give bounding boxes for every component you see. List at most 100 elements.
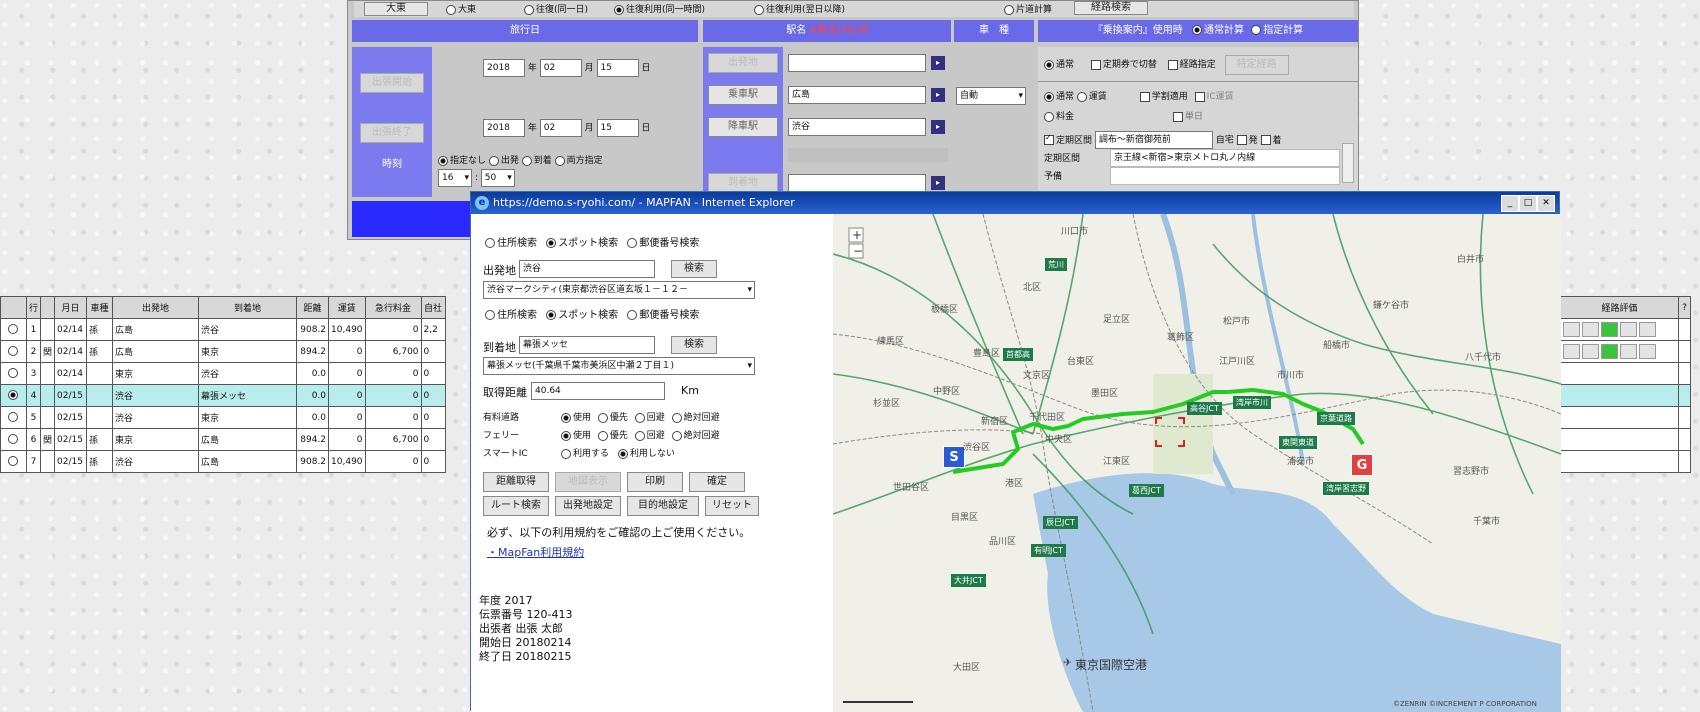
- maximize-icon[interactable]: □: [1519, 195, 1537, 212]
- table-row[interactable]: 6 関 02/15 孫東京 広島 894.2 0 6,700 0: [0, 428, 446, 451]
- commuter-section-input[interactable]: 京王線<新宿>東京メトロ丸ノ内線: [1110, 149, 1340, 167]
- origin-station-input[interactable]: [788, 54, 926, 72]
- month-input[interactable]: 02: [539, 119, 582, 137]
- trip-type-option[interactable]: 大東: [446, 2, 476, 15]
- ferry-option[interactable]: 使用: [561, 430, 591, 441]
- radio-icon[interactable]: [1251, 25, 1262, 35]
- scrollbar[interactable]: [1342, 143, 1354, 183]
- radio-icon[interactable]: [7, 346, 18, 357]
- time-option[interactable]: 到着: [521, 155, 552, 166]
- radio-icon[interactable]: [7, 412, 18, 423]
- ferry-option[interactable]: 回避: [634, 430, 665, 441]
- alighting-station-input[interactable]: 渋谷: [788, 118, 926, 136]
- route-option[interactable]: 単日: [1172, 111, 1203, 122]
- trip-type-button[interactable]: 大東: [364, 2, 428, 16]
- show-map-button[interactable]: 地図表示: [555, 472, 621, 492]
- eval-ok-icon[interactable]: [1601, 344, 1618, 359]
- radio-icon[interactable]: [7, 390, 18, 401]
- confirm-button[interactable]: 確定: [689, 472, 745, 492]
- distance-input[interactable]: 40.64: [531, 382, 665, 400]
- origin-search-button[interactable]: 検索: [671, 260, 717, 278]
- table-row[interactable]: 2 関 02/14 孫広島 東京 894.2 0 6,700 0: [0, 340, 446, 363]
- destination-input[interactable]: 幕張メッセ: [519, 336, 655, 354]
- lookup-icon[interactable]: ▸: [931, 120, 945, 134]
- eval-button[interactable]: [1620, 322, 1637, 337]
- eval-button[interactable]: [1620, 344, 1637, 359]
- route-map[interactable]: + − ✈ S G 川口市 松戸市 市川市 船橋市 八千代市 鎌ケ谷市 白井市 …: [833, 214, 1561, 712]
- eval-button[interactable]: [1582, 322, 1599, 337]
- year-input[interactable]: 2018: [483, 59, 525, 77]
- route-option[interactable]: 経路指定: [1167, 59, 1216, 70]
- trip-type-option[interactable]: 往復(同一日): [524, 2, 588, 15]
- smart-ic-option[interactable]: 利用しない: [617, 448, 675, 459]
- goal-marker[interactable]: G: [1351, 454, 1373, 476]
- day-input[interactable]: 15: [596, 59, 639, 77]
- time-option[interactable]: 両方指定: [554, 155, 603, 166]
- toll-option[interactable]: 絶対回避: [671, 412, 720, 423]
- reset-button[interactable]: リセット: [705, 496, 759, 516]
- search-type-option[interactable]: スポット検索: [546, 238, 618, 249]
- year-input[interactable]: 2018: [483, 119, 525, 137]
- boarding-station-input[interactable]: 広島: [788, 86, 926, 104]
- commuter-dep[interactable]: 発: [1236, 135, 1258, 146]
- route-option[interactable]: 通常: [1044, 59, 1074, 70]
- boarding-station-button[interactable]: 乗車駅: [708, 85, 778, 105]
- table-row[interactable]: 7 02/15 孫渋谷 広島 908.2 10,490 0 0: [0, 450, 446, 473]
- search-type-option[interactable]: 郵便番号検索: [627, 310, 699, 321]
- eval-ok-icon[interactable]: [1601, 322, 1618, 337]
- radio-icon[interactable]: [7, 368, 18, 379]
- start-marker[interactable]: S: [943, 446, 965, 468]
- ferry-option[interactable]: 絶対回避: [671, 430, 720, 441]
- eval-button[interactable]: [1582, 344, 1599, 359]
- table-row[interactable]: 4 02/15 渋谷 幕張メッセ 0.0 0 0 0: [0, 384, 446, 407]
- lookup-icon[interactable]: ▸: [931, 88, 945, 102]
- toll-option[interactable]: 使用: [561, 412, 591, 423]
- minimize-icon[interactable]: _: [1501, 195, 1519, 212]
- lookup-icon[interactable]: ▸: [931, 176, 945, 190]
- route-search-button[interactable]: 経路検索: [1074, 1, 1148, 15]
- table-row[interactable]: 1 02/14 孫広島 渋谷 908.2 10,490 0 2,2: [0, 318, 446, 341]
- destination-station-input[interactable]: [788, 174, 926, 192]
- print-button[interactable]: 印刷: [627, 472, 683, 492]
- radio-icon[interactable]: [7, 456, 18, 467]
- commuter-input[interactable]: 調布～新宿御苑前: [1094, 131, 1213, 149]
- trip-type-option[interactable]: 往復利用(同一時間): [614, 2, 705, 15]
- ferry-option[interactable]: 優先: [597, 430, 628, 441]
- day-input[interactable]: 15: [596, 119, 639, 137]
- destination-station-button[interactable]: 到着地: [708, 173, 778, 193]
- commuter-checkbox[interactable]: 定期区間: [1044, 135, 1092, 146]
- commuter-arr[interactable]: 着: [1260, 135, 1282, 146]
- toll-option[interactable]: 回避: [634, 412, 665, 423]
- trip-start-button[interactable]: 出張開始: [360, 73, 424, 93]
- route-search-button[interactable]: ルート検索: [483, 496, 549, 516]
- close-icon[interactable]: ✕: [1537, 195, 1555, 212]
- search-type-option[interactable]: 郵便番号検索: [627, 238, 699, 249]
- search-type-option[interactable]: 住所検索: [485, 310, 537, 321]
- radio-icon[interactable]: [1192, 25, 1202, 35]
- set-origin-button[interactable]: 出発地設定: [555, 496, 621, 516]
- reserve-input[interactable]: [1110, 167, 1340, 185]
- trip-end-button[interactable]: 出張終了: [360, 123, 424, 143]
- time-option[interactable]: 指定なし: [438, 155, 486, 166]
- destination-select[interactable]: 幕張メッセ(千葉県千葉市美浜区中瀬２丁目１): [483, 357, 755, 375]
- smart-ic-option[interactable]: 利用する: [561, 448, 609, 459]
- search-type-option[interactable]: スポット検索: [546, 310, 618, 321]
- radio-icon[interactable]: [7, 324, 18, 335]
- trip-type-option[interactable]: 往復利用(翌日以降): [754, 2, 845, 15]
- alighting-station-button[interactable]: 降車駅: [708, 117, 778, 137]
- origin-select[interactable]: 渋谷マークシティ(東京都渋谷区道玄坂１－１２－: [483, 281, 755, 299]
- origin-station-button[interactable]: 出発地: [708, 53, 778, 73]
- trip-type-option[interactable]: 片道計算: [1004, 2, 1052, 15]
- route-option[interactable]: 定期券で切替: [1090, 59, 1157, 70]
- month-input[interactable]: 02: [539, 59, 582, 77]
- specific-route-button[interactable]: 特定経路: [1224, 55, 1289, 75]
- eval-button[interactable]: [1563, 322, 1580, 337]
- eval-button[interactable]: [1563, 344, 1580, 359]
- table-row[interactable]: 3 02/14 東京 渋谷 0.0 0 0 0: [0, 362, 446, 385]
- destination-search-button[interactable]: 検索: [671, 336, 717, 354]
- lookup-icon[interactable]: ▸: [931, 56, 945, 70]
- hour-select[interactable]: 16: [438, 169, 472, 187]
- table-row[interactable]: 5 02/15 渋谷 東京 0.0 0 0 0: [0, 406, 446, 429]
- route-option[interactable]: 料金: [1044, 111, 1074, 122]
- set-destination-button[interactable]: 目的地設定: [627, 496, 699, 516]
